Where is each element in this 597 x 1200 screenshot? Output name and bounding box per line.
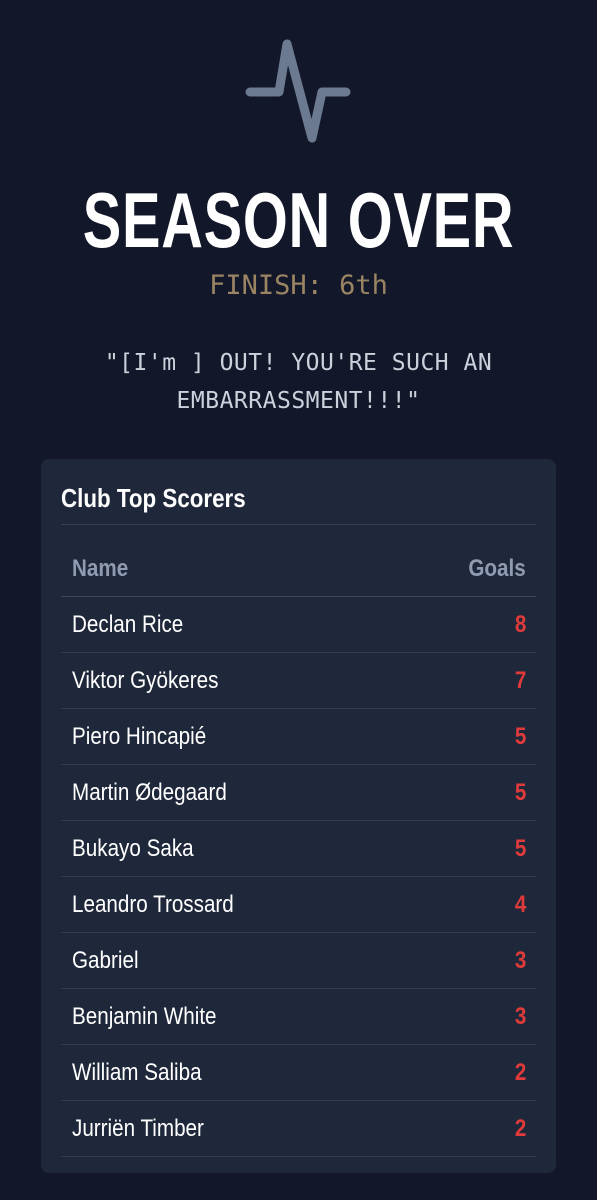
card-title: Club Top Scorers (61, 483, 246, 513)
table-row: Martin Ødegaard 5 (61, 765, 536, 821)
table-header-row: Name Goals (61, 541, 536, 597)
player-goals: 5 (514, 779, 526, 806)
player-goals: 5 (514, 835, 526, 862)
player-goals: 4 (514, 891, 526, 918)
player-name: Declan Rice (72, 611, 184, 638)
table-row: Jurriën Timber 2 (61, 1101, 536, 1157)
player-goals: 5 (514, 723, 526, 750)
player-name: Gabriel (72, 947, 139, 974)
player-name: Martin Ødegaard (72, 779, 227, 806)
player-name: Jurriën Timber (72, 1115, 204, 1142)
player-name: Viktor Gyökeres (72, 667, 219, 694)
player-name: Piero Hincapié (72, 723, 207, 750)
table-row: William Saliba 2 (61, 1045, 536, 1101)
card-divider (61, 524, 536, 525)
table-row: Viktor Gyökeres 7 (61, 653, 536, 709)
column-header-name: Name (72, 555, 129, 582)
player-goals: 3 (514, 1003, 526, 1030)
player-name: Benjamin White (72, 1003, 217, 1030)
top-scorers-card: Club Top Scorers Name Goals Declan Rice … (41, 459, 556, 1173)
table-row: Benjamin White 3 (61, 989, 536, 1045)
player-name: Leandro Trossard (72, 891, 234, 918)
finish-position: FINISH: 6th (209, 270, 388, 301)
pulse-icon (245, 39, 351, 143)
player-goals: 3 (514, 947, 526, 974)
player-goals: 7 (514, 667, 526, 694)
player-name: Bukayo Saka (72, 835, 194, 862)
page-title: SEASON OVER (82, 176, 515, 264)
player-goals: 8 (514, 611, 526, 638)
scorers-table: Name Goals Declan Rice 8 Viktor Gyökeres… (61, 541, 536, 1157)
column-header-goals: Goals (468, 555, 526, 582)
table-row: Gabriel 3 (61, 933, 536, 989)
table-row: Bukayo Saka 5 (61, 821, 536, 877)
player-goals: 2 (514, 1059, 526, 1086)
table-row: Piero Hincapié 5 (61, 709, 536, 765)
quote-text: "[I'm ] OUT! YOU'RE SUCH AN EMBARRASSMEN… (104, 350, 493, 414)
table-row: Declan Rice 8 (61, 597, 536, 653)
table-row: Leandro Trossard 4 (61, 877, 536, 933)
player-goals: 2 (514, 1115, 526, 1142)
player-name: William Saliba (72, 1059, 202, 1086)
